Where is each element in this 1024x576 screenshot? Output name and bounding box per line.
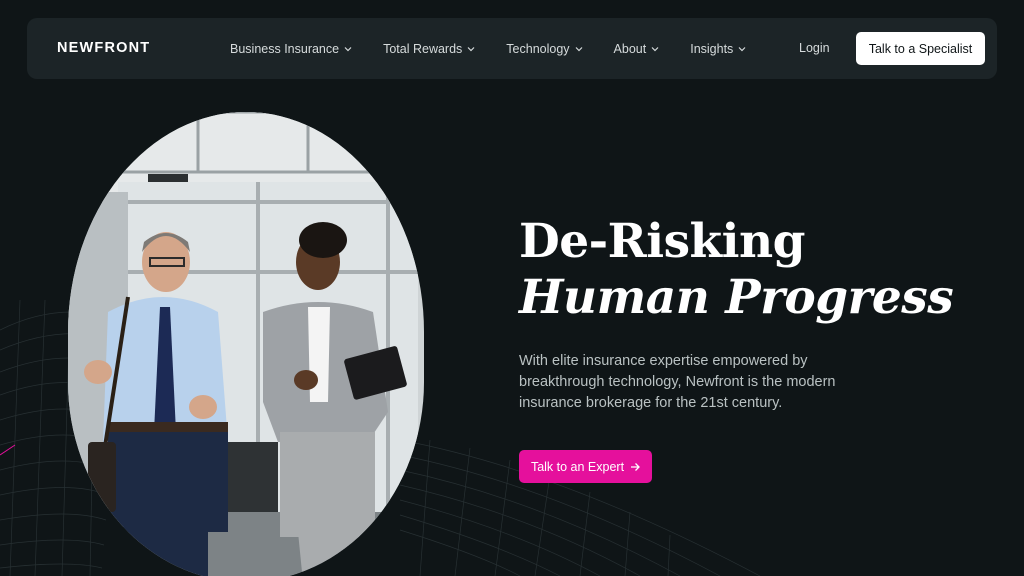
cta-label: Talk to an Expert [530, 459, 625, 474]
nav-item-label: Insights [690, 41, 734, 56]
accent-line [0, 444, 16, 456]
nav-item-technology[interactable]: Technology [506, 42, 582, 56]
chevron-down-icon [651, 46, 659, 51]
nav-item-label: Business Insurance [230, 41, 340, 56]
hero-subcopy: With elite insurance expertise empowered… [519, 353, 836, 411]
top-navigation: NEWFRONT Business Insurance Total Reward… [27, 18, 997, 79]
chevron-down-icon [575, 46, 582, 51]
chevron-down-icon [467, 46, 475, 51]
main-menu: Business Insurance Total Rewards Technol… [230, 18, 777, 79]
chevron-down-icon [738, 46, 746, 51]
nav-item-business-insurance[interactable]: Business Insurance [230, 42, 352, 56]
brand-logo[interactable]: NEWFRONT [57, 40, 150, 56]
nav-item-label: About [613, 41, 647, 56]
talk-to-expert-button[interactable]: Talk to an Expert [519, 450, 652, 483]
nav-item-insights[interactable]: Insights [690, 42, 746, 56]
hero-image [68, 112, 424, 576]
nav-item-about[interactable]: About [614, 42, 660, 56]
hero-headline: De-Risking Human Progress [519, 214, 954, 326]
nav-item-total-rewards[interactable]: Total Rewards [383, 42, 475, 56]
page: NEWFRONT Business Insurance Total Reward… [0, 0, 1024, 576]
login-link[interactable]: Login [799, 41, 830, 55]
talk-to-specialist-button[interactable]: Talk to a Specialist [856, 32, 985, 65]
nav-item-label: Technology [506, 41, 570, 56]
headline-line-2: Human Progress [519, 270, 954, 325]
chevron-down-icon [344, 46, 352, 51]
arrow-right-icon [631, 462, 640, 471]
headline-line-1: De-Risking [519, 214, 806, 269]
nav-item-label: Total Rewards [383, 41, 463, 56]
